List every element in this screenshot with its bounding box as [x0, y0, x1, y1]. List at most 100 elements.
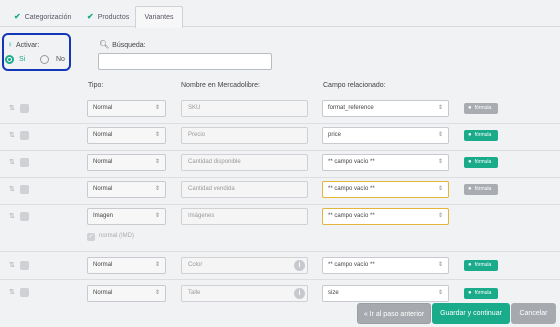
formula-button[interactable]: ● fórmula — [464, 103, 498, 114]
campo-select[interactable]: ** campo vacío ** ⇕ — [322, 154, 449, 171]
nombre-field[interactable]: Talle i — [181, 285, 308, 302]
campo-select[interactable]: ** campo vacío ** ⇕ — [322, 181, 449, 198]
campo-value: ** campo vacío ** — [328, 186, 375, 192]
tipo-select[interactable]: Normal ⇕ — [87, 154, 166, 171]
tab-label: Productos — [97, 14, 130, 21]
select-arrow-icon: ⇕ — [437, 159, 443, 165]
activar-no-label[interactable]: No — [56, 56, 65, 63]
tipo-select[interactable]: Normal ⇕ — [87, 257, 166, 274]
select-arrow-icon: ⇕ — [437, 186, 443, 192]
nombre-field[interactable]: Precio — [181, 127, 308, 144]
previous-step-button[interactable]: « Ir al paso anterior — [357, 303, 431, 324]
select-arrow-icon: ⇕ — [437, 262, 443, 268]
tipo-value: Normal — [93, 262, 113, 268]
select-arrow-icon: ⇕ — [437, 213, 443, 219]
campo-select[interactable]: ** campo vacío ** ⇕ — [322, 257, 449, 274]
search-icon: 🔍︎ — [99, 40, 110, 49]
row-checkbox[interactable] — [20, 131, 29, 140]
save-continue-button[interactable]: Guardar y continuar — [432, 303, 510, 324]
formula-button[interactable]: ● fórmula — [464, 157, 498, 168]
formula-label: fórmula — [474, 159, 492, 165]
row-divider — [0, 150, 560, 151]
person-icon: ● — [468, 159, 472, 165]
tab-productos[interactable]: ✔ Productos — [87, 6, 129, 27]
activar-no-radio[interactable] — [40, 55, 49, 64]
row-checkbox[interactable] — [20, 261, 29, 270]
tipo-select[interactable]: Normal ⇕ — [87, 181, 166, 198]
select-arrow-icon: ⇕ — [154, 105, 160, 111]
drag-icon[interactable]: ⇅ — [9, 212, 15, 220]
activar-label-text: Activar: — [16, 42, 40, 49]
person-icon: ● — [468, 186, 472, 192]
tipo-select[interactable]: Imagen ⇕ — [87, 208, 166, 225]
person-icon: ● — [468, 105, 472, 111]
select-arrow-icon: ⇕ — [154, 213, 160, 219]
campo-select[interactable]: ** campo vacío ** ⇕ — [322, 208, 449, 225]
select-arrow-icon: ⇕ — [154, 132, 160, 138]
check-icon: ✔ — [87, 12, 94, 21]
campo-select[interactable]: price ⇕ — [322, 127, 449, 144]
select-arrow-icon: ⇕ — [437, 132, 443, 138]
tab-label: Categorización — [24, 14, 72, 21]
busqueda-label-text: Búsqueda: — [112, 42, 146, 49]
nombre-field[interactable]: Cantidad vendida — [181, 181, 308, 198]
activar-si-label[interactable]: Si — [19, 56, 25, 63]
drag-icon[interactable]: ⇅ — [9, 158, 15, 166]
person-icon: ● — [468, 262, 472, 268]
select-arrow-icon: ⇕ — [154, 262, 160, 268]
nombre-field[interactable]: Cantidad disponible — [181, 154, 308, 171]
campo-select[interactable]: size ⇕ — [322, 285, 449, 302]
campo-select[interactable]: format_reference ⇕ — [322, 100, 449, 117]
activar-highlight — [2, 33, 71, 71]
drag-icon[interactable]: ⇅ — [9, 185, 15, 193]
tipo-value: Normal — [93, 105, 113, 111]
check-icon: ✓ — [87, 233, 95, 241]
tipo-value: Normal — [93, 290, 113, 296]
info-icon[interactable]: i — [294, 288, 305, 299]
busqueda-label: 🔍︎ Búsqueda: — [99, 40, 146, 49]
campo-value: ** campo vacío ** — [328, 262, 375, 268]
cancel-button[interactable]: Cancelar — [511, 303, 556, 324]
tab-categorizacion[interactable]: ✔ Categorización — [14, 6, 71, 27]
lightbulb-icon: ♀ — [7, 40, 13, 49]
row-divider — [0, 204, 560, 205]
person-icon: ● — [468, 132, 472, 138]
formula-button[interactable]: ● fórmula — [464, 260, 498, 271]
formula-button[interactable]: ● fórmula — [464, 130, 498, 141]
busqueda-input[interactable] — [98, 53, 272, 70]
info-icon[interactable]: i — [294, 260, 305, 271]
row-checkbox[interactable] — [20, 288, 29, 297]
row-divider — [0, 123, 560, 124]
drag-icon[interactable]: ⇅ — [9, 131, 15, 139]
normal-imd-checkbox[interactable]: ✓ normal (IMD) — [87, 233, 134, 241]
tipo-select[interactable]: Normal ⇕ — [87, 285, 166, 302]
drag-icon[interactable]: ⇅ — [9, 288, 15, 296]
campo-value: price — [328, 132, 342, 138]
select-arrow-icon: ⇕ — [154, 159, 160, 165]
select-arrow-icon: ⇕ — [154, 290, 160, 296]
tipo-header: Tipo: — [88, 82, 104, 89]
nombre-field[interactable]: Imágenes — [181, 208, 308, 225]
row-checkbox[interactable] — [20, 104, 29, 113]
nombre-field[interactable]: Color i — [181, 257, 308, 274]
drag-icon[interactable]: ⇅ — [9, 104, 15, 112]
tab-variantes[interactable]: Variantes — [135, 6, 183, 28]
activar-si-radio[interactable] — [5, 55, 14, 64]
row-divider — [0, 279, 560, 280]
campo-header: Campo relacionado: — [323, 82, 386, 89]
tipo-select[interactable]: Normal ⇕ — [87, 100, 166, 117]
formula-button[interactable]: ● fórmula — [464, 288, 498, 299]
row-checkbox[interactable] — [20, 212, 29, 221]
check-icon: ✔ — [14, 12, 21, 21]
tipo-value: Imagen — [93, 213, 114, 219]
drag-icon[interactable]: ⇅ — [9, 261, 15, 269]
row-divider — [0, 177, 560, 178]
person-icon: ● — [468, 290, 472, 296]
row-checkbox[interactable] — [20, 185, 29, 194]
formula-button[interactable]: ● fórmula — [464, 184, 498, 195]
tipo-value: Normal — [93, 132, 113, 138]
tipo-select[interactable]: Normal ⇕ — [87, 127, 166, 144]
nombre-field[interactable]: SKU — [181, 100, 308, 117]
campo-value: format_reference — [328, 105, 374, 111]
row-checkbox[interactable] — [20, 158, 29, 167]
